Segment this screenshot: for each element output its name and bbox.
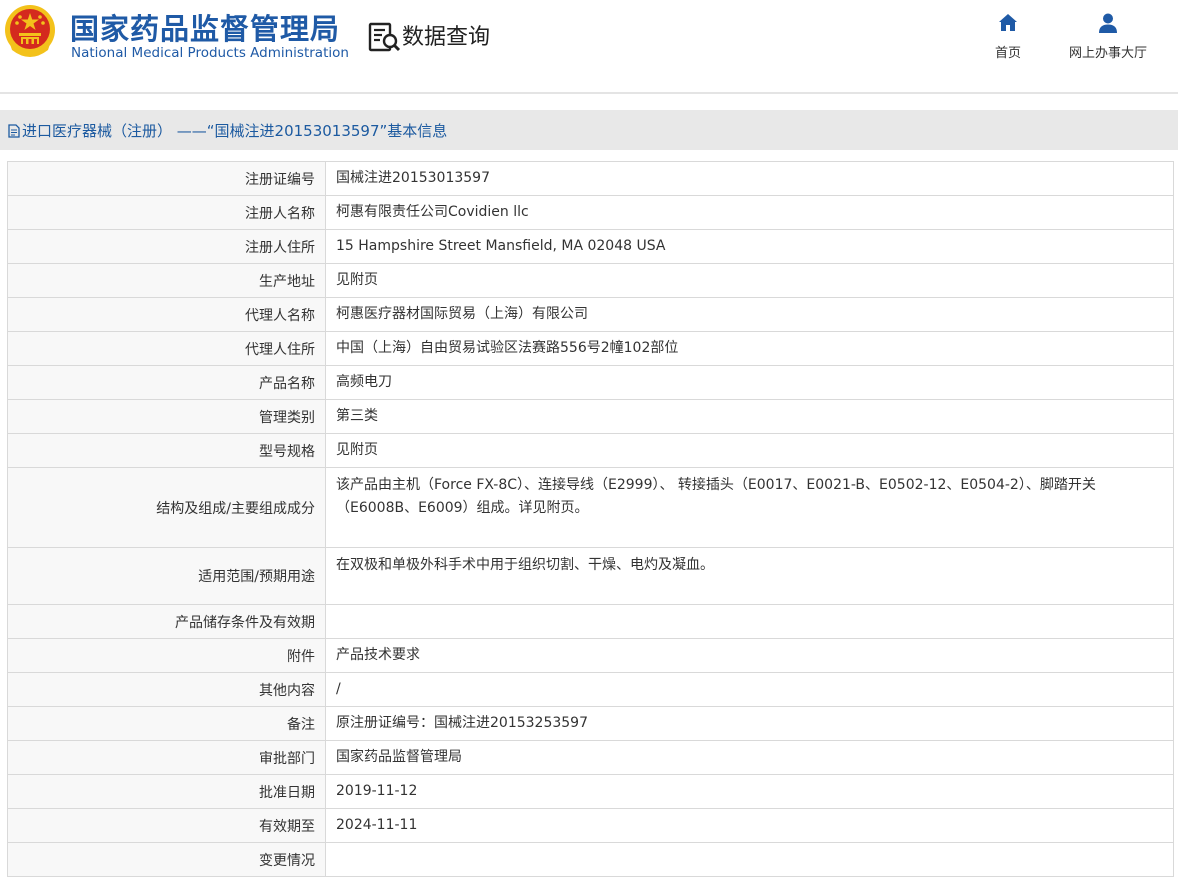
row-value: 国家药品监督管理局 <box>325 740 1174 775</box>
org-name-cn: 国家药品监督管理局 <box>70 12 341 46</box>
national-emblem-icon <box>5 5 55 57</box>
row-value: 2019-11-12 <box>325 774 1174 809</box>
table-row: 批准日期 2019-11-12 <box>7 774 1174 809</box>
registration-info-table: 注册证编号 国械注进20153013597 注册人名称 柯惠有限责任公司Covi… <box>7 161 1174 877</box>
nav-home-label: 首页 <box>994 46 1021 61</box>
table-row: 代理人住所 中国（上海）自由贸易试验区法赛路556号2幢102部位 <box>7 331 1174 366</box>
row-label: 产品储存条件及有效期 <box>7 604 326 639</box>
row-value: 中国（上海）自由贸易试验区法赛路556号2幢102部位 <box>325 331 1174 366</box>
row-value: 国械注进20153013597 <box>325 161 1174 196</box>
record-title-text: 进口医疗器械（注册） ——“国械注进20153013597”基本信息 <box>22 122 448 140</box>
row-label: 审批部门 <box>7 740 326 775</box>
table-row: 结构及组成/主要组成成分 该产品由主机（Force FX-8C）、连接导线（E2… <box>7 467 1174 548</box>
row-value: / <box>325 672 1174 707</box>
row-label: 注册人住所 <box>7 229 326 264</box>
data-query-icon <box>368 22 401 52</box>
row-value: 第三类 <box>325 399 1174 434</box>
document-icon <box>8 124 20 138</box>
table-row: 附件 产品技术要求 <box>7 638 1174 673</box>
row-label: 变更情况 <box>7 842 326 877</box>
table-row: 注册证编号 国械注进20153013597 <box>7 161 1174 196</box>
table-row: 型号规格 见附页 <box>7 433 1174 468</box>
table-row: 备注 原注册证编号：国械注进20153253597 <box>7 706 1174 741</box>
row-label: 其他内容 <box>7 672 326 707</box>
table-row: 其他内容 / <box>7 672 1174 707</box>
table-row: 产品储存条件及有效期 <box>7 604 1174 639</box>
row-value: 2024-11-11 <box>325 808 1174 843</box>
org-name-en: National Medical Products Administration <box>71 45 349 61</box>
row-value: 柯惠有限责任公司Covidien llc <box>325 195 1174 230</box>
row-label: 注册人名称 <box>7 195 326 230</box>
table-row: 变更情况 <box>7 842 1174 877</box>
data-query-title: 数据查询 <box>402 25 491 50</box>
nav-online-service-hall[interactable]: 网上办事大厅 <box>1060 12 1156 61</box>
user-icon <box>1099 13 1117 33</box>
home-icon <box>999 14 1017 31</box>
row-value: 高频电刀 <box>325 365 1174 400</box>
row-value: 该产品由主机（Force FX-8C）、连接导线（E2999）、 转接插头（E0… <box>325 467 1174 548</box>
table-row: 代理人名称 柯惠医疗器材国际贸易（上海）有限公司 <box>7 297 1174 332</box>
table-row: 有效期至 2024-11-11 <box>7 808 1174 843</box>
table-row: 适用范围/预期用途 在双极和单极外科手术中用于组织切割、干燥、电灼及凝血。 <box>7 547 1174 605</box>
row-value: 柯惠医疗器材国际贸易（上海）有限公司 <box>325 297 1174 332</box>
row-value: 见附页 <box>325 263 1174 298</box>
nav-online-service-hall-label: 网上办事大厅 <box>1068 46 1147 61</box>
row-label: 生产地址 <box>7 263 326 298</box>
table-row: 注册人住所 15 Hampshire Street Mansfield, MA … <box>7 229 1174 264</box>
row-label: 附件 <box>7 638 326 673</box>
row-value: 在双极和单极外科手术中用于组织切割、干燥、电灼及凝血。 <box>325 547 1174 605</box>
table-row: 产品名称 高频电刀 <box>7 365 1174 400</box>
row-label: 结构及组成/主要组成成分 <box>7 467 326 548</box>
row-label: 备注 <box>7 706 326 741</box>
row-label: 产品名称 <box>7 365 326 400</box>
row-value: 产品技术要求 <box>325 638 1174 673</box>
row-label: 代理人住所 <box>7 331 326 366</box>
row-value: 15 Hampshire Street Mansfield, MA 02048 … <box>325 229 1174 264</box>
row-label: 批准日期 <box>7 774 326 809</box>
row-label: 管理类别 <box>7 399 326 434</box>
row-value: 原注册证编号：国械注进20153253597 <box>325 706 1174 741</box>
nav-home[interactable]: 首页 <box>986 12 1030 61</box>
header-divider <box>0 92 1178 94</box>
row-label: 注册证编号 <box>7 161 326 196</box>
row-value: 见附页 <box>325 433 1174 468</box>
row-value <box>325 842 1174 877</box>
table-row: 生产地址 见附页 <box>7 263 1174 298</box>
record-title: 进口医疗器械（注册） ——“国械注进20153013597”基本信息 <box>8 120 447 141</box>
site-header: 国家药品监督管理局 National Medical Products Admi… <box>0 0 1178 92</box>
table-row: 管理类别 第三类 <box>7 399 1174 434</box>
row-value <box>325 604 1174 639</box>
row-label: 适用范围/预期用途 <box>7 547 326 605</box>
row-label: 型号规格 <box>7 433 326 468</box>
row-label: 有效期至 <box>7 808 326 843</box>
table-row: 注册人名称 柯惠有限责任公司Covidien llc <box>7 195 1174 230</box>
table-row: 审批部门 国家药品监督管理局 <box>7 740 1174 775</box>
record-title-bar: 进口医疗器械（注册） ——“国械注进20153013597”基本信息 <box>0 110 1178 150</box>
row-label: 代理人名称 <box>7 297 326 332</box>
